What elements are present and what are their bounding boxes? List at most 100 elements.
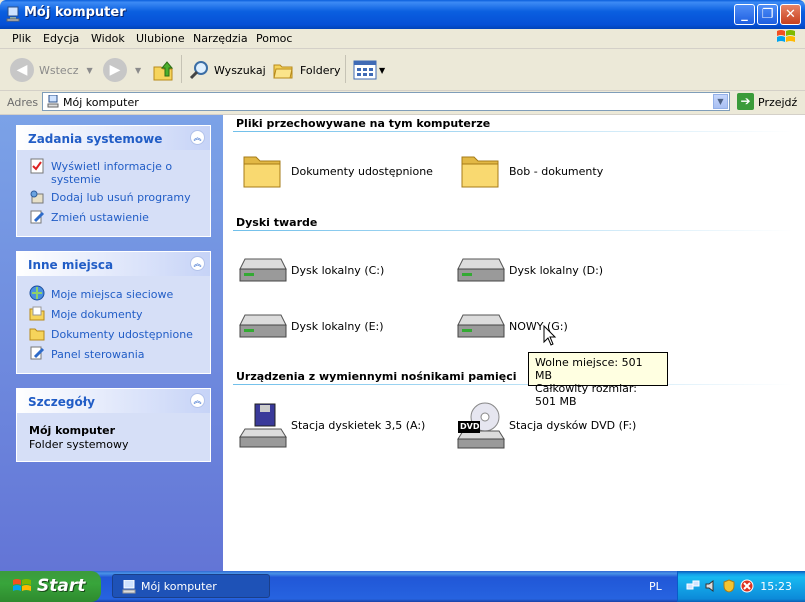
volume-icon[interactable] (704, 579, 718, 593)
dvd-badge: DVD (460, 422, 480, 431)
collapse-icon[interactable]: ︽ (190, 256, 205, 271)
label-drive-d[interactable]: Dysk lokalny (D:) (509, 264, 603, 277)
item-dvd-f[interactable]: DVD (457, 401, 505, 452)
views-button[interactable]: ▼ (353, 55, 385, 85)
control-panel-icon (30, 346, 45, 360)
link-network-places[interactable]: Moje miejsca sieciowe (51, 288, 173, 301)
clock[interactable]: 15:23 (760, 580, 792, 593)
tooltip-total-size: Całkowity rozmiar: 501 MB (535, 382, 637, 408)
views-icon (353, 60, 377, 80)
address-label: Adres (7, 96, 39, 109)
item-drive-c[interactable] (239, 255, 287, 288)
menu-plik[interactable]: Plik (12, 32, 31, 45)
link-system-info[interactable]: Wyświetl informacje o systemie (51, 160, 201, 186)
folders-button[interactable]: Foldery (272, 55, 341, 85)
details-panel: Szczegóły ︽ Mój komputer Folder systemow… (16, 388, 211, 462)
address-dropdown-button[interactable]: ▼ (713, 94, 728, 109)
details-name: Mój komputer (29, 424, 115, 437)
chevron-down-icon: ▼ (86, 65, 93, 75)
content-area: Pliki przechowywane na tym komputerze Do… (223, 115, 805, 571)
label-drive-e[interactable]: Dysk lokalny (E:) (291, 320, 384, 333)
add-remove-programs-icon (30, 190, 44, 204)
go-arrow-icon[interactable]: ➔ (737, 93, 754, 110)
chevron-down-icon: ▼ (135, 65, 142, 75)
menu-narzedzia[interactable]: Narzędzia (193, 32, 248, 45)
section-title-stored-files: Pliki przechowywane na tym komputerze (236, 117, 491, 130)
my-documents-icon (29, 306, 45, 321)
item-floppy-a[interactable] (239, 403, 287, 452)
details-type: Folder systemowy (29, 438, 129, 451)
menu-edycja[interactable]: Edycja (43, 32, 79, 45)
menu-ulubione[interactable]: Ulubione (136, 32, 185, 45)
close-button[interactable]: ✕ (780, 4, 801, 25)
label-floppy-a[interactable]: Stacja dyskietek 3,5 (A:) (291, 419, 425, 432)
toolbar-separator (181, 55, 182, 83)
menu-widok[interactable]: Widok (91, 32, 125, 45)
link-change-setting[interactable]: Zmień ustawienie (51, 211, 149, 224)
other-places-header[interactable]: Inne miejsca ︽ (17, 252, 210, 276)
item-shared-documents[interactable] (241, 149, 283, 194)
system-tasks-header[interactable]: Zadania systemowe ︽ (17, 126, 210, 150)
item-drive-d[interactable] (457, 255, 505, 288)
section-divider (233, 230, 793, 231)
address-bar: Adres Mój komputer ▼ ➔ Przejdź (0, 91, 805, 115)
collapse-icon[interactable]: ︽ (190, 393, 205, 408)
collapse-icon[interactable]: ︽ (190, 130, 205, 145)
address-input[interactable]: Mój komputer ▼ (42, 92, 730, 111)
section-title-hard-drives: Dyski twarde (236, 216, 318, 229)
label-shared-documents[interactable]: Dokumenty udostępnione (291, 165, 433, 178)
other-places-panel: Inne miejsca ︽ Moje miejsca sieciowe Moj… (16, 251, 211, 374)
item-drive-g[interactable] (457, 311, 505, 344)
link-add-remove-programs[interactable]: Dodaj lub usuń programy (51, 191, 191, 204)
link-shared-documents[interactable]: Dokumenty udostępnione (51, 328, 193, 341)
menu-pomoc[interactable]: Pomoc (256, 32, 292, 45)
computer-icon (6, 6, 20, 22)
item-drive-e[interactable] (239, 311, 287, 344)
minimize-button[interactable]: _ (734, 4, 755, 25)
forward-button[interactable]: ▶ ▼ (103, 55, 141, 85)
explorer-window: Mój komputer _ ❐ ✕ Plik Edycja Widok Ulu… (0, 0, 805, 571)
drive-tooltip: Wolne miejsce: 501 MB Całkowity rozmiar:… (528, 352, 668, 408)
label-drive-c[interactable]: Dysk lokalny (C:) (291, 264, 384, 277)
folders-icon (273, 64, 293, 79)
toolbar-separator (345, 55, 346, 83)
section-divider (233, 384, 793, 385)
security-shield-icon[interactable] (722, 579, 736, 593)
label-dvd-f[interactable]: Stacja dysków DVD (F:) (509, 419, 636, 432)
forward-arrow-icon: ▶ (103, 58, 127, 82)
shared-documents-icon (29, 328, 45, 341)
label-drive-g[interactable]: NOWY (G:) (509, 320, 568, 333)
network-places-icon (29, 285, 45, 301)
hard-drive-icon (239, 314, 287, 338)
language-indicator[interactable]: PL (649, 580, 662, 593)
system-tray: 15:23 (677, 571, 805, 602)
task-pane: Zadania systemowe ︽ Wyświetl informacje … (0, 115, 223, 571)
computer-icon (47, 95, 59, 108)
taskbar: Start Mój komputer PL 15:23 (0, 571, 805, 602)
go-button[interactable]: Przejdź (758, 96, 797, 109)
network-icon[interactable] (686, 579, 700, 593)
tooltip-free-space: Wolne miejsce: 501 MB (535, 356, 643, 382)
title-bar[interactable]: Mój komputer _ ❐ ✕ (0, 0, 805, 29)
taskbar-item-my-computer[interactable]: Mój komputer (112, 574, 270, 598)
floppy-drive-icon (239, 403, 287, 448)
up-folder-button[interactable] (151, 55, 175, 85)
security-alert-icon[interactable] (740, 579, 754, 593)
item-bob-documents[interactable] (459, 149, 501, 194)
folder-icon (243, 156, 281, 188)
chevron-down-icon: ▼ (379, 65, 386, 75)
link-my-documents[interactable]: Moje dokumenty (51, 308, 143, 321)
change-setting-icon (30, 210, 45, 224)
computer-icon (122, 580, 136, 594)
search-button[interactable]: Wyszukaj (188, 55, 266, 85)
section-title-removable: Urządzenia z wymiennymi nośnikami pamięc… (236, 370, 517, 383)
back-button[interactable]: ◀ Wstecz ▼ (10, 55, 93, 85)
details-header[interactable]: Szczegóły ︽ (17, 389, 210, 413)
start-button[interactable]: Start (0, 571, 101, 602)
toolbar: ◀ Wstecz ▼ ▶ ▼ Wyszukaj Foldery ▼ (0, 49, 805, 91)
maximize-button[interactable]: ❐ (757, 4, 778, 25)
label-bob-documents[interactable]: Bob - dokumenty (509, 165, 603, 178)
search-icon (189, 61, 208, 80)
link-control-panel[interactable]: Panel sterowania (51, 348, 145, 361)
folder-icon (461, 156, 499, 188)
